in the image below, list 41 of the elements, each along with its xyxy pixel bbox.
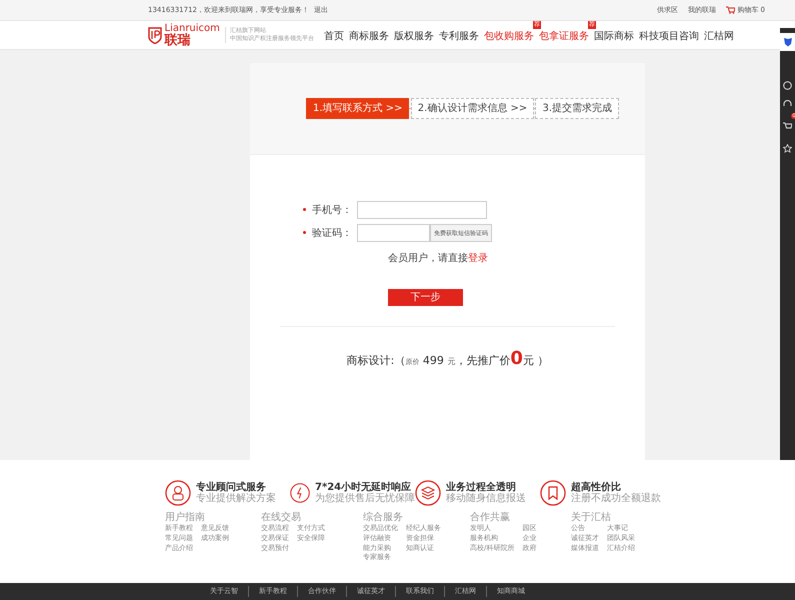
feature-title: 超高性价比: [571, 482, 621, 493]
feature-title: 7*24小时无延时响应: [315, 482, 412, 493]
step-tab[interactable]: 1.填写联系方式 >>: [306, 98, 410, 119]
logo-text: Lianruicom: [164, 24, 220, 34]
feature-title: 业务过程全透明: [446, 482, 516, 493]
nav-link[interactable]: 专利服务: [438, 30, 479, 42]
nav-link[interactable]: 首页: [324, 30, 344, 42]
nav-link[interactable]: 科技项目咨询: [638, 30, 699, 42]
nav-link[interactable]: 包拿证服务: [538, 30, 589, 42]
column-title: 综合服务: [363, 512, 404, 524]
code-input[interactable]: [357, 224, 430, 242]
phone-input[interactable]: [357, 201, 487, 219]
nav-link[interactable]: 汇桔网: [704, 30, 734, 42]
person-icon: [165, 480, 191, 506]
nav-link[interactable]: 版权服务: [394, 30, 434, 42]
field-label: 验证码：: [312, 228, 352, 238]
cart-icon[interactable]: [783, 122, 792, 131]
shield-logo-icon: [148, 26, 162, 44]
column-title: 关于汇桔: [571, 512, 612, 524]
member-login-note: 会员用户，请直接登录: [388, 252, 489, 266]
step-tab[interactable]: 3.提交需求完成: [535, 98, 620, 119]
login-link[interactable]: 登录: [468, 253, 488, 264]
shield-icon[interactable]: [782, 37, 792, 47]
feature-title: 专业顾问式服务: [196, 482, 266, 493]
logo-chinese: 联瑞: [164, 34, 192, 46]
feature-subtitle: 专业提供解决方案: [196, 493, 276, 504]
column-title: 在线交易: [261, 512, 302, 524]
field-label: 手机号：: [312, 204, 352, 216]
bookmark-icon: [540, 480, 566, 506]
next-step-button[interactable]: 下一步: [388, 289, 463, 306]
layers-icon: [415, 480, 441, 506]
step-tab[interactable]: 2.确认设计需求信息 >>: [410, 98, 534, 119]
nav-link[interactable]: 国际商标: [594, 30, 634, 42]
feature-subtitle: 注册不成功全额退款: [571, 493, 661, 504]
nav-link[interactable]: 包收购服务: [484, 30, 534, 42]
column-title: 用户指南: [165, 512, 206, 524]
star-icon[interactable]: [783, 144, 792, 153]
nav-link[interactable]: 商标服务: [348, 30, 389, 42]
feature-subtitle: 移动随身信息报送: [446, 493, 526, 504]
column-title: 合作共赢: [470, 512, 511, 524]
feature-subtitle: 为您提供售后无忧保障: [315, 493, 415, 504]
